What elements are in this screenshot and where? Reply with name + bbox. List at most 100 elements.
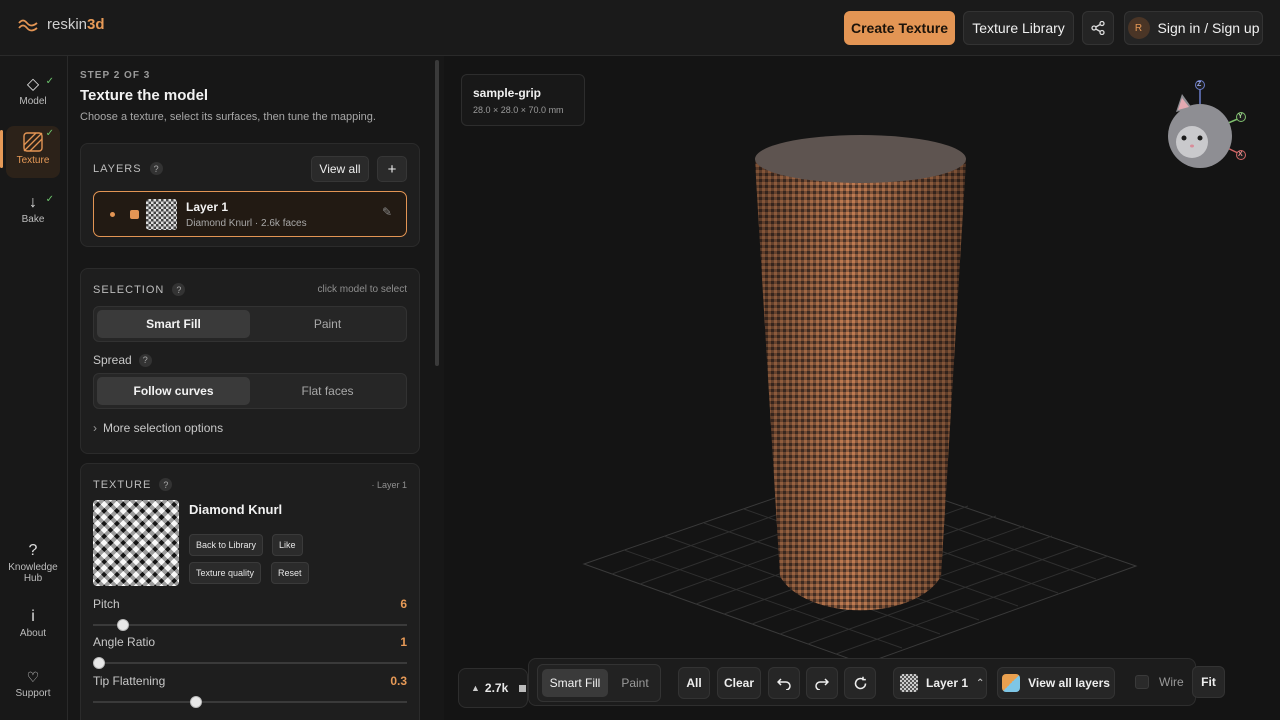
help-icon[interactable]: ? <box>159 478 173 491</box>
selection-mode-toggle: Smart Fill Paint <box>93 306 407 342</box>
question-icon: ? <box>28 542 38 559</box>
tip-flattening-slider[interactable] <box>93 696 407 708</box>
paint-mode-button[interactable]: Paint <box>612 669 658 697</box>
help-icon[interactable]: ? <box>138 353 152 367</box>
create-texture-button[interactable]: Create Texture <box>844 11 955 45</box>
3d-viewport[interactable]: sample-grip 28.0 × 28.0 × 70.0 mm Z Y X <box>444 56 1280 720</box>
help-icon[interactable]: ? <box>149 162 163 175</box>
rail-bake[interactable]: ↓ ✓ Bake <box>6 192 60 232</box>
sign-in-button[interactable]: R Sign in / Sign up <box>1124 11 1263 45</box>
fit-button[interactable]: Fit <box>1192 666 1225 698</box>
check-icon: ✓ <box>45 128 54 139</box>
face-counter: ▲ 2.7k <box>458 668 528 708</box>
angle-ratio-value: 1 <box>400 635 407 649</box>
model-name: sample-grip <box>473 86 542 100</box>
texture-heading: TEXTURE? <box>93 478 173 491</box>
rail-texture[interactable]: ✓ Texture <box>6 126 60 178</box>
texture-thumbnail[interactable] <box>93 500 179 586</box>
redo-button[interactable] <box>806 667 838 699</box>
share-icon <box>1091 21 1105 35</box>
triangle-icon: ▲ <box>471 683 480 693</box>
layers-colorful-icon <box>1002 674 1021 692</box>
wire-checkbox[interactable] <box>1135 675 1149 689</box>
view-all-layers-button[interactable]: View all layers <box>997 667 1115 699</box>
about-label: About <box>19 628 47 639</box>
layer-color-swatch[interactable] <box>130 210 139 219</box>
more-selection-options[interactable]: › More selection options <box>93 421 223 435</box>
model-cylinder[interactable] <box>755 135 966 611</box>
cat-gizmo-icon <box>1168 80 1246 168</box>
scene-canvas[interactable] <box>444 56 1280 720</box>
active-indicator <box>0 130 3 168</box>
rail-model-label: Model <box>19 96 47 107</box>
angle-ratio-slider[interactable] <box>93 657 407 669</box>
help-icon[interactable]: ? <box>172 283 186 296</box>
sign-in-label: Sign in / Sign up <box>1157 20 1260 36</box>
view-all-layers-label: View all layers <box>1028 676 1110 690</box>
smart-fill-mode-button[interactable]: Smart Fill <box>542 669 608 697</box>
paint-option[interactable]: Paint <box>251 310 404 338</box>
undo-button[interactable] <box>768 667 800 699</box>
texture-quality-button[interactable]: Texture quality <box>189 562 262 584</box>
heart-icon: ♡ <box>26 669 40 685</box>
check-icon: ✓ <box>45 194 54 205</box>
like-button[interactable]: Like <box>272 534 303 556</box>
tip-flattening-label: Tip Flattening <box>93 674 166 688</box>
texture-library-button[interactable]: Texture Library <box>963 11 1074 45</box>
clear-button[interactable]: Clear <box>717 667 761 699</box>
back-to-library-button[interactable]: Back to Library <box>189 534 264 556</box>
rail-knowledge-hub[interactable]: ? Knowledge Hub <box>6 540 60 590</box>
axis-z-label: Z <box>1197 81 1202 88</box>
texture-card: TEXTURE? · Layer 1 Diamond Knurl Back to… <box>80 463 420 720</box>
slider-thumb[interactable] <box>93 657 105 669</box>
step-indicator: STEP 2 OF 3 <box>80 70 151 81</box>
panel-scrollbar[interactable] <box>435 60 439 366</box>
diamond-icon: ◇ <box>26 76 40 93</box>
layers-heading: LAYERS? <box>93 162 163 175</box>
active-dot-icon <box>110 212 115 217</box>
pitch-value: 6 <box>400 597 407 611</box>
spread-toggle: Follow curves Flat faces <box>93 373 407 409</box>
slider-thumb[interactable] <box>189 696 202 708</box>
redo-icon <box>815 678 829 690</box>
layer-thumbnail <box>146 199 177 230</box>
rail-support[interactable]: ♡ Support <box>6 666 60 702</box>
flat-faces-option[interactable]: Flat faces <box>251 377 404 405</box>
angle-ratio-label: Angle Ratio <box>93 635 156 649</box>
rail-model[interactable]: ◇ ✓ Model <box>6 74 60 118</box>
view-all-button[interactable]: View all <box>311 156 369 182</box>
info-icon: i <box>31 608 35 625</box>
download-arrow-icon: ↓ <box>29 194 37 211</box>
panel-subtitle: Choose a texture, select its surfaces, t… <box>80 111 376 123</box>
pitch-slider[interactable] <box>93 619 407 631</box>
reset-button[interactable]: Reset <box>271 562 309 584</box>
logo[interactable]: reskin3d <box>18 16 105 33</box>
support-label: Support <box>15 688 51 699</box>
refresh-icon <box>854 676 866 689</box>
spread-label: Spread? <box>93 353 152 367</box>
slider-thumb[interactable] <box>117 619 130 631</box>
rail-about[interactable]: i About <box>6 606 60 642</box>
layers-card: LAYERS? View all + Layer 1 Diamond Knurl… <box>80 143 420 247</box>
knowledge-hub-label-2: Hub <box>23 573 43 584</box>
select-all-button[interactable]: All <box>678 667 710 699</box>
axis-y-label: Y <box>1238 113 1243 120</box>
layer-select[interactable]: Layer 1 ⌃ <box>893 667 987 699</box>
pitch-label: Pitch <box>93 597 120 611</box>
wire-toggle[interactable]: Wire <box>1135 675 1184 689</box>
smart-fill-option[interactable]: Smart Fill <box>97 310 250 338</box>
orientation-gizmo[interactable]: Z Y X <box>1156 80 1252 180</box>
layer-row[interactable]: Layer 1 Diamond Knurl · 2.6k faces ✎ <box>93 191 407 237</box>
add-layer-button[interactable]: + <box>377 156 407 182</box>
reset-view-button[interactable] <box>844 667 876 699</box>
side-panel: STEP 2 OF 3 Texture the model Choose a t… <box>68 56 444 720</box>
rail-bake-label: Bake <box>21 214 45 225</box>
tip-flattening-value: 0.3 <box>390 674 407 688</box>
layer-select-label: Layer 1 <box>926 676 969 690</box>
edit-pencil-icon[interactable]: ✎ <box>382 205 392 219</box>
share-button[interactable] <box>1082 11 1114 45</box>
texture-name: Diamond Knurl <box>189 502 283 517</box>
panel-title: Texture the model <box>80 87 209 104</box>
follow-curves-option[interactable]: Follow curves <box>97 377 250 405</box>
avatar: R <box>1127 17 1150 39</box>
